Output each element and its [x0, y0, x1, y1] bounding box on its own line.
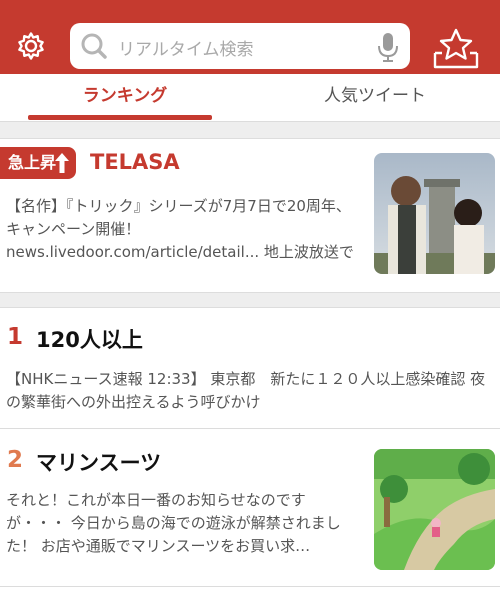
rank-number: 2	[7, 447, 24, 473]
section-divider	[0, 292, 500, 308]
ranking-snippet: それと！これが本日一番のお知らせなのですが・・・ 今日から島の海での遊泳が解禁さ…	[6, 491, 341, 555]
arrow-up-icon	[55, 153, 69, 173]
microphone-icon[interactable]	[376, 31, 400, 63]
divider	[0, 428, 500, 429]
divider	[0, 586, 500, 587]
star-tray-icon[interactable]	[433, 27, 479, 69]
featured-title[interactable]: TELASA	[90, 150, 180, 174]
search-icon	[81, 33, 107, 59]
trending-badge-label: 急上昇	[8, 153, 57, 172]
ranking-snippet: 【NHKニュース速報 12:33】 東京都 新たに１２０人以上感染確認 夜の繁華…	[6, 370, 486, 411]
ranking-title[interactable]: 120人以上	[36, 324, 143, 354]
search-field[interactable]: リアルタイム検索	[70, 23, 410, 69]
trending-badge: 急上昇	[0, 147, 76, 179]
search-placeholder: リアルタイム検索	[118, 40, 254, 60]
active-tab-indicator	[28, 115, 212, 120]
ranking-thumbnail[interactable]	[374, 449, 495, 570]
tab-ranking[interactable]: ランキング	[0, 74, 250, 121]
status-bar	[0, 0, 500, 8]
gear-icon[interactable]	[16, 31, 46, 61]
rank-number: 1	[7, 324, 24, 350]
featured-thumbnail[interactable]	[374, 153, 495, 274]
section-divider	[0, 122, 500, 139]
ranking-title[interactable]: マリンスーツ	[36, 447, 161, 477]
featured-snippet: 【名作】『トリック』シリーズが7月7日で20周年、キャンペーン開催！ news.…	[6, 197, 354, 261]
tab-popular-tweets[interactable]: 人気ツイート	[250, 74, 500, 121]
app-header: リアルタイム検索	[0, 8, 500, 74]
